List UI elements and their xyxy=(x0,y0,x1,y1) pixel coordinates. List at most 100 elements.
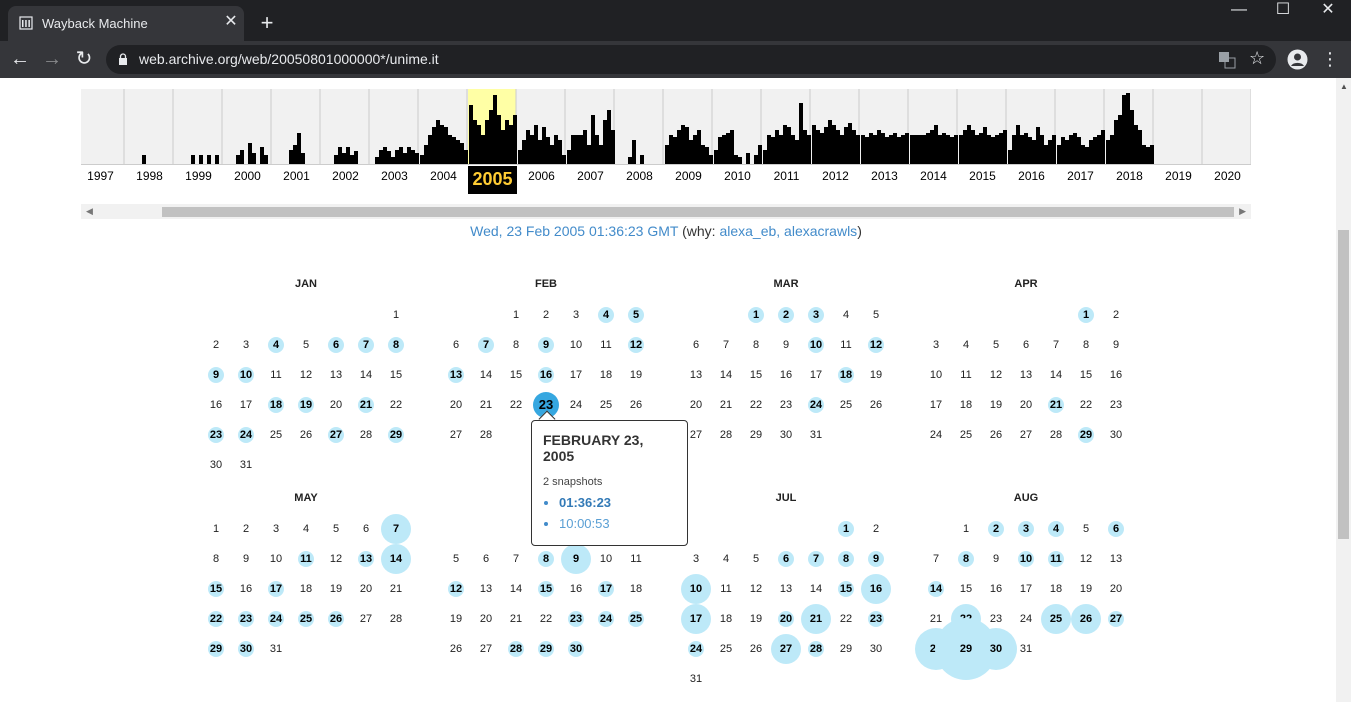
calendar-day[interactable]: 10 xyxy=(1011,544,1041,574)
scroll-up-icon[interactable]: ▲ xyxy=(1340,82,1348,91)
calendar-day[interactable]: 8 xyxy=(951,544,981,574)
calendar-day[interactable]: 23 xyxy=(861,604,891,634)
calendar-day[interactable]: 23 xyxy=(561,604,591,634)
calendar-day[interactable]: 17 xyxy=(681,604,711,634)
calendar-day[interactable]: 11 xyxy=(1041,544,1071,574)
calendar-day[interactable]: 28 xyxy=(801,634,831,664)
snapshot-link[interactable]: 10:00:53 xyxy=(559,516,610,531)
year-2003[interactable]: 2003 xyxy=(370,169,419,183)
calendar-day[interactable]: 24 xyxy=(231,420,261,450)
calendar-day[interactable]: 24 xyxy=(801,390,831,420)
year-2005[interactable]: 2005 xyxy=(468,166,517,194)
calendar-day[interactable]: 13 xyxy=(441,360,471,390)
forward-icon[interactable]: → xyxy=(40,48,64,72)
page-scroll-thumb[interactable] xyxy=(1338,230,1349,539)
calendar-day[interactable]: 3 xyxy=(1011,514,1041,544)
calendar-day[interactable]: 15 xyxy=(201,574,231,604)
calendar-day[interactable]: 9 xyxy=(861,544,891,574)
timeline-scrollbar[interactable]: ◀ ▶ xyxy=(81,204,1251,219)
calendar-day[interactable]: 17 xyxy=(591,574,621,604)
calendar-day[interactable]: 13 xyxy=(351,544,381,574)
calendar-day[interactable]: 11 xyxy=(291,544,321,574)
calendar-day[interactable]: 7 xyxy=(351,330,381,360)
bookmark-star-icon[interactable]: ☆ xyxy=(1249,48,1265,69)
calendar-day[interactable]: 19 xyxy=(291,390,321,420)
browser-tab[interactable]: Wayback Machine ✕ xyxy=(8,6,244,41)
calendar-day[interactable]: 7 xyxy=(381,514,411,544)
calendar-day[interactable]: 24 xyxy=(261,604,291,634)
close-tab-icon[interactable]: ✕ xyxy=(222,13,240,31)
year-1999[interactable]: 1999 xyxy=(174,169,223,183)
address-bar[interactable]: web.archive.org/web/20050801000000*/unim… xyxy=(106,45,1276,74)
timeline-scroll-thumb[interactable] xyxy=(162,207,1234,217)
year-2008[interactable]: 2008 xyxy=(615,169,664,183)
year-2009[interactable]: 2009 xyxy=(664,169,713,183)
profile-icon[interactable] xyxy=(1287,49,1308,70)
url-text[interactable]: web.archive.org/web/20050801000000*/unim… xyxy=(139,51,439,67)
calendar-day[interactable]: 18 xyxy=(261,390,291,420)
year-2002[interactable]: 2002 xyxy=(321,169,370,183)
calendar-day[interactable]: 15 xyxy=(831,574,861,604)
year-2010[interactable]: 2010 xyxy=(713,169,762,183)
reload-icon[interactable]: ↻ xyxy=(72,48,96,72)
calendar-day[interactable]: 12 xyxy=(441,574,471,604)
calendar-day[interactable]: 18 xyxy=(831,360,861,390)
calendar-day[interactable]: 24 xyxy=(681,634,711,664)
calendar-day[interactable]: 27 xyxy=(321,420,351,450)
calendar-day[interactable]: 23 xyxy=(231,604,261,634)
calendar-day[interactable]: 8 xyxy=(531,544,561,574)
calendar-day[interactable]: 15 xyxy=(531,574,561,604)
menu-icon[interactable]: ⋮ xyxy=(1320,49,1340,69)
page-scrollbar[interactable]: ▲ xyxy=(1336,78,1351,702)
calendar-day[interactable]: 25 xyxy=(1041,604,1071,634)
year-2014[interactable]: 2014 xyxy=(909,169,958,183)
new-tab-icon[interactable]: + xyxy=(256,12,278,35)
calendar-day[interactable]: 1 xyxy=(741,300,771,330)
calendar-day[interactable]: 17 xyxy=(261,574,291,604)
calendar-day[interactable]: 6 xyxy=(771,544,801,574)
calendar-day[interactable]: 2 xyxy=(981,514,1011,544)
calendar-day[interactable]: 20 xyxy=(771,604,801,634)
year-2006[interactable]: 2006 xyxy=(517,169,566,183)
calendar-day[interactable]: 8 xyxy=(381,330,411,360)
calendar-day[interactable]: 10 xyxy=(231,360,261,390)
year-2013[interactable]: 2013 xyxy=(860,169,909,183)
year-2017[interactable]: 2017 xyxy=(1056,169,1105,183)
year-2000[interactable]: 2000 xyxy=(223,169,272,183)
calendar-day[interactable]: 28 xyxy=(501,634,531,664)
calendar-day[interactable]: 4 xyxy=(591,300,621,330)
calendar-day[interactable]: 6 xyxy=(1101,514,1131,544)
calendar-day[interactable]: 26 xyxy=(321,604,351,634)
calendar-day[interactable]: 21 xyxy=(1041,390,1071,420)
year-2015[interactable]: 2015 xyxy=(958,169,1007,183)
year-2016[interactable]: 2016 xyxy=(1007,169,1056,183)
calendar-day[interactable]: 24 xyxy=(591,604,621,634)
calendar-day[interactable]: 16 xyxy=(531,360,561,390)
calendar-day[interactable]: 6 xyxy=(321,330,351,360)
calendar-day[interactable]: 9 xyxy=(201,360,231,390)
calendar-day[interactable]: 2 xyxy=(771,300,801,330)
calendar-day[interactable]: 7 xyxy=(801,544,831,574)
calendar-day[interactable]: 27 xyxy=(771,634,801,664)
calendar-day[interactable]: 30 xyxy=(231,634,261,664)
year-2018[interactable]: 2018 xyxy=(1105,169,1154,183)
calendar-day[interactable]: 1 xyxy=(1071,300,1101,330)
capture-date-link[interactable]: Wed, 23 Feb 2005 01:36:23 GMT xyxy=(470,223,678,239)
calendar-day[interactable]: 21 xyxy=(801,604,831,634)
calendar-day[interactable]: 30 xyxy=(561,634,591,664)
calendar-day[interactable]: 7 xyxy=(471,330,501,360)
snapshot-link[interactable]: 01:36:23 xyxy=(559,495,611,510)
year-1997[interactable]: 1997 xyxy=(76,169,125,183)
calendar-day[interactable]: 9 xyxy=(531,330,561,360)
why-links[interactable]: alexa_eb, alexacrawls xyxy=(719,223,857,239)
calendar-day[interactable]: 10 xyxy=(801,330,831,360)
calendar-day[interactable]: 29 xyxy=(201,634,231,664)
maximize-icon[interactable]: ☐ xyxy=(1260,0,1306,22)
calendar-day[interactable]: 1 xyxy=(831,514,861,544)
translate-icon[interactable] xyxy=(1218,51,1236,69)
calendar-day[interactable]: 26 xyxy=(1071,604,1101,634)
back-icon[interactable]: ← xyxy=(8,48,32,72)
calendar-day[interactable]: 29 xyxy=(381,420,411,450)
calendar-day[interactable]: 27 xyxy=(1101,604,1131,634)
calendar-day[interactable]: 8 xyxy=(831,544,861,574)
